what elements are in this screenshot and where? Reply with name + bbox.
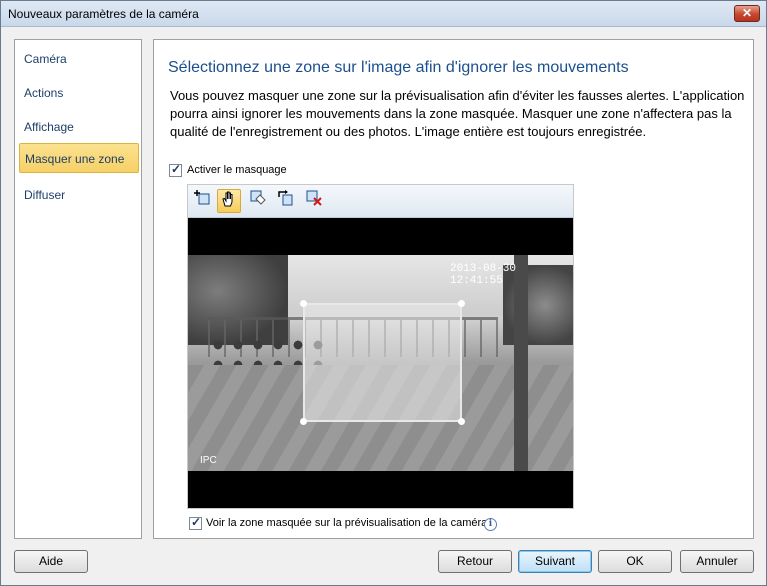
sidebar-item-mask-zone[interactable]: Masquer une zone bbox=[19, 143, 139, 173]
mask-handle-top-right[interactable] bbox=[458, 300, 465, 307]
hand-icon[interactable] bbox=[217, 189, 241, 213]
title-bar: Nouveaux paramètres de la caméra ✕ bbox=[1, 1, 766, 27]
add-zone-icon[interactable] bbox=[191, 189, 215, 213]
enable-masking-checkbox[interactable] bbox=[169, 162, 182, 177]
info-icon[interactable]: i bbox=[484, 518, 497, 531]
mask-toolbar bbox=[188, 185, 573, 218]
show-mask-preview-label: Voir la zone masquée sur la prévisualisa… bbox=[206, 517, 488, 529]
mask-handle-top-left[interactable] bbox=[300, 300, 307, 307]
sidebar-item-camera[interactable]: Caméra bbox=[19, 44, 139, 74]
help-button[interactable]: Aide bbox=[14, 550, 88, 573]
mask-handle-bottom-left[interactable] bbox=[300, 418, 307, 425]
mask-handle-bottom-right[interactable] bbox=[458, 418, 465, 425]
settings-sidebar: Caméra Actions Affichage Masquer une zon… bbox=[14, 39, 142, 539]
sidebar-item-stream[interactable]: Diffuser bbox=[19, 180, 139, 210]
preview-post bbox=[514, 255, 528, 471]
rotate-icon[interactable] bbox=[274, 189, 298, 213]
page-title: Sélectionnez une zone sur l'image afin d… bbox=[168, 59, 629, 76]
mask-zone[interactable] bbox=[300, 300, 465, 425]
main-panel: Sélectionnez une zone sur l'image afin d… bbox=[153, 39, 754, 539]
mask-editor: 2013-08-30 12:41:55 IPC bbox=[187, 184, 574, 509]
show-mask-preview-checkbox[interactable] bbox=[189, 515, 202, 530]
video-timestamp: 2013-08-30 12:41:55 bbox=[450, 263, 517, 287]
eraser-icon[interactable] bbox=[246, 189, 270, 213]
camera-settings-dialog: Nouveaux paramètres de la caméra ✕ Camér… bbox=[0, 0, 767, 586]
window-title: Nouveaux paramètres de la caméra bbox=[8, 7, 199, 21]
video-channel-label: IPC bbox=[200, 455, 217, 466]
sidebar-item-display[interactable]: Affichage bbox=[19, 112, 139, 142]
ok-button[interactable]: OK bbox=[598, 550, 672, 573]
back-button[interactable]: Retour bbox=[438, 550, 512, 573]
sidebar-item-actions[interactable]: Actions bbox=[19, 78, 139, 108]
description-text: Vous pouvez masquer une zone sur la prév… bbox=[170, 88, 745, 139]
cancel-button[interactable]: Annuler bbox=[680, 550, 754, 573]
enable-masking-label: Activer le masquage bbox=[187, 164, 287, 176]
next-button[interactable]: Suivant bbox=[518, 550, 592, 573]
close-button[interactable]: ✕ bbox=[734, 5, 760, 22]
camera-preview[interactable]: 2013-08-30 12:41:55 IPC bbox=[188, 255, 573, 471]
clear-zone-icon[interactable] bbox=[302, 189, 326, 213]
